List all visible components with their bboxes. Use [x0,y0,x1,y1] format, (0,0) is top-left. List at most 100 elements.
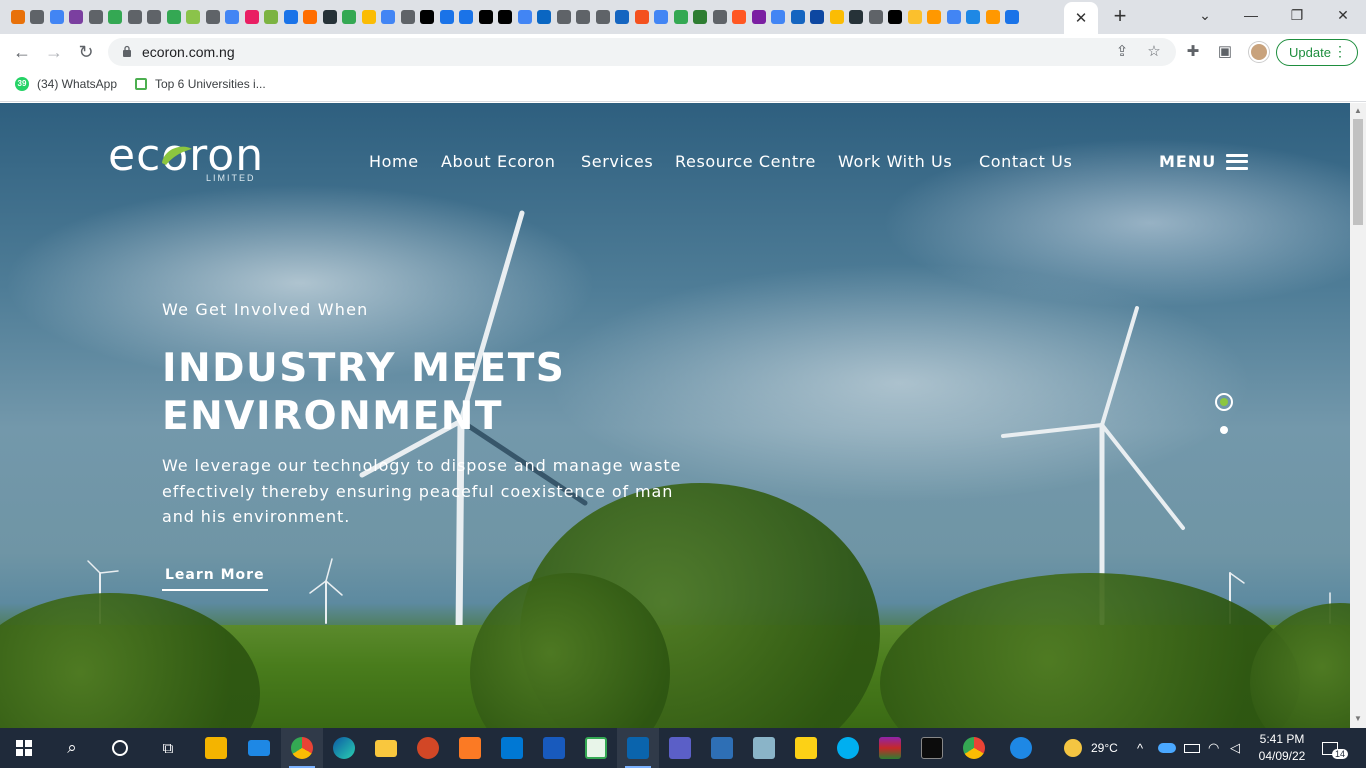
tab-favicon-icon[interactable] [67,0,87,34]
tab-favicon-icon[interactable] [574,0,594,34]
bookmark-star-icon[interactable]: ☆ [1144,42,1164,62]
tab-favicon-icon[interactable] [905,0,925,34]
update-button[interactable]: Update ⋮ [1276,39,1358,66]
tab-favicon-icon[interactable] [223,0,243,34]
edge-icon[interactable] [323,728,365,768]
tab-favicon-icon[interactable] [769,0,789,34]
restore-icon[interactable]: ❐ [1274,0,1320,30]
file-explorer-icon[interactable] [365,728,407,768]
tab-favicon-icon[interactable] [730,0,750,34]
url-text[interactable]: ecoron.com.ng [142,44,235,60]
tab-favicon-icon[interactable] [418,0,438,34]
nav-services[interactable]: Services [581,152,653,171]
profile-avatar[interactable] [1249,42,1269,62]
tab-favicon-icon[interactable] [593,0,613,34]
chrome-profile-icon[interactable] [953,728,995,768]
tab-favicon-icon[interactable] [886,0,906,34]
tab-favicon-icon[interactable] [106,0,126,34]
more-menu-icon[interactable]: ⋮ [1333,43,1347,60]
outlook-icon[interactable] [617,728,659,768]
tab-favicon-icon[interactable] [515,0,535,34]
notes-app-icon[interactable] [743,728,785,768]
tab-favicon-icon[interactable] [554,0,574,34]
minimize-icon[interactable]: — [1228,0,1274,30]
menu-button[interactable]: MENU [1159,152,1249,171]
tab-favicon-icon[interactable] [847,0,867,34]
tab-favicon-icon[interactable] [476,0,496,34]
site-logo[interactable]: ecoron LIMITED [108,133,268,185]
address-bar[interactable] [108,38,1176,66]
battery-icon[interactable] [1184,728,1200,768]
nav-contact-us[interactable]: Contact Us [979,152,1072,171]
tab-favicon-icon[interactable] [808,0,828,34]
tab-favicon-icon[interactable] [710,0,730,34]
tab-favicon-icon[interactable] [866,0,886,34]
tab-favicon-icon[interactable] [671,0,691,34]
help-icon[interactable] [1000,728,1042,768]
store-icon[interactable] [195,728,237,768]
scroll-up-arrow-icon[interactable]: ▲ [1354,107,1362,115]
tab-favicon-icon[interactable] [184,0,204,34]
tab-favicon-icon[interactable] [242,0,262,34]
weather-temperature[interactable]: 29°C [1091,728,1118,768]
cortana-icon[interactable] [99,728,141,768]
onedrive-icon[interactable] [1158,728,1176,768]
powerpoint-icon[interactable] [407,728,449,768]
slider-dot[interactable] [1220,426,1228,434]
sheets-icon[interactable] [575,728,617,768]
tab-favicon-icon[interactable] [691,0,711,34]
learn-more-link[interactable]: Learn More [162,567,268,591]
extensions-puzzle-icon[interactable]: ✚ [1183,42,1203,62]
nav-about[interactable]: About Ecoron [441,152,555,171]
tab-favicon-icon[interactable] [340,0,360,34]
task-view-icon[interactable]: ⧉ [147,728,189,768]
tab-favicon-icon[interactable] [827,0,847,34]
forward-icon[interactable]: → [42,40,66,64]
nav-work-with-us[interactable]: Work With Us [838,152,952,171]
tab-favicon-icon[interactable] [652,0,672,34]
bookmark-universities[interactable]: Top 6 Universities i... [135,76,266,92]
tab-favicon-icon[interactable] [437,0,457,34]
tab-favicon-icon[interactable] [281,0,301,34]
tab-favicon-icon[interactable] [262,0,282,34]
tab-favicon-icon[interactable] [125,0,145,34]
tab-favicon-icon[interactable] [164,0,184,34]
tab-favicon-icon[interactable] [632,0,652,34]
winrar-icon[interactable] [869,728,911,768]
side-panel-icon[interactable]: ▣ [1215,42,1235,62]
mail-icon[interactable] [238,728,280,768]
start-windows-icon[interactable] [3,728,45,768]
tab-search-chevron-icon[interactable]: ⌄ [1182,0,1228,30]
photos-icon[interactable] [701,728,743,768]
tab-favicon-icon[interactable] [359,0,379,34]
reload-icon[interactable]: ↻ [74,40,98,64]
tab-favicon-icon[interactable] [320,0,340,34]
sticky-notes-icon[interactable] [785,728,827,768]
bookmark-whatsapp[interactable]: 39 (34) WhatsApp [15,76,117,92]
tab-favicon-icon[interactable] [496,0,516,34]
word-icon[interactable] [533,728,575,768]
tab-favicon-icon[interactable] [28,0,48,34]
share-icon[interactable]: ⇪ [1112,42,1132,62]
nav-home[interactable]: Home [369,152,419,171]
tab-favicon-icon[interactable] [301,0,321,34]
chrome-icon[interactable] [281,728,323,768]
close-tab-icon[interactable]: ✕ [1075,9,1088,27]
wifi-icon[interactable]: ◠ [1208,728,1219,768]
search-icon[interactable]: ⌕ [51,728,93,768]
tab-favicon-icon[interactable] [1003,0,1023,34]
tab-favicon-icon[interactable] [964,0,984,34]
tab-favicon-icon[interactable] [788,0,808,34]
tab-favicon-icon[interactable] [535,0,555,34]
tab-favicon-icon[interactable] [983,0,1003,34]
tab-favicon-icon[interactable] [8,0,28,34]
tab-favicon-icon[interactable] [944,0,964,34]
slider-dot-active[interactable] [1215,393,1233,411]
volume-icon[interactable]: ◁ [1230,728,1240,768]
xampp-icon[interactable] [449,728,491,768]
tab-favicon-icon[interactable] [925,0,945,34]
hidden-icons-chevron-icon[interactable]: ^ [1137,728,1143,768]
tab-favicon-icon[interactable] [398,0,418,34]
terminal-icon[interactable] [911,728,953,768]
nav-resource-centre[interactable]: Resource Centre [675,152,816,171]
